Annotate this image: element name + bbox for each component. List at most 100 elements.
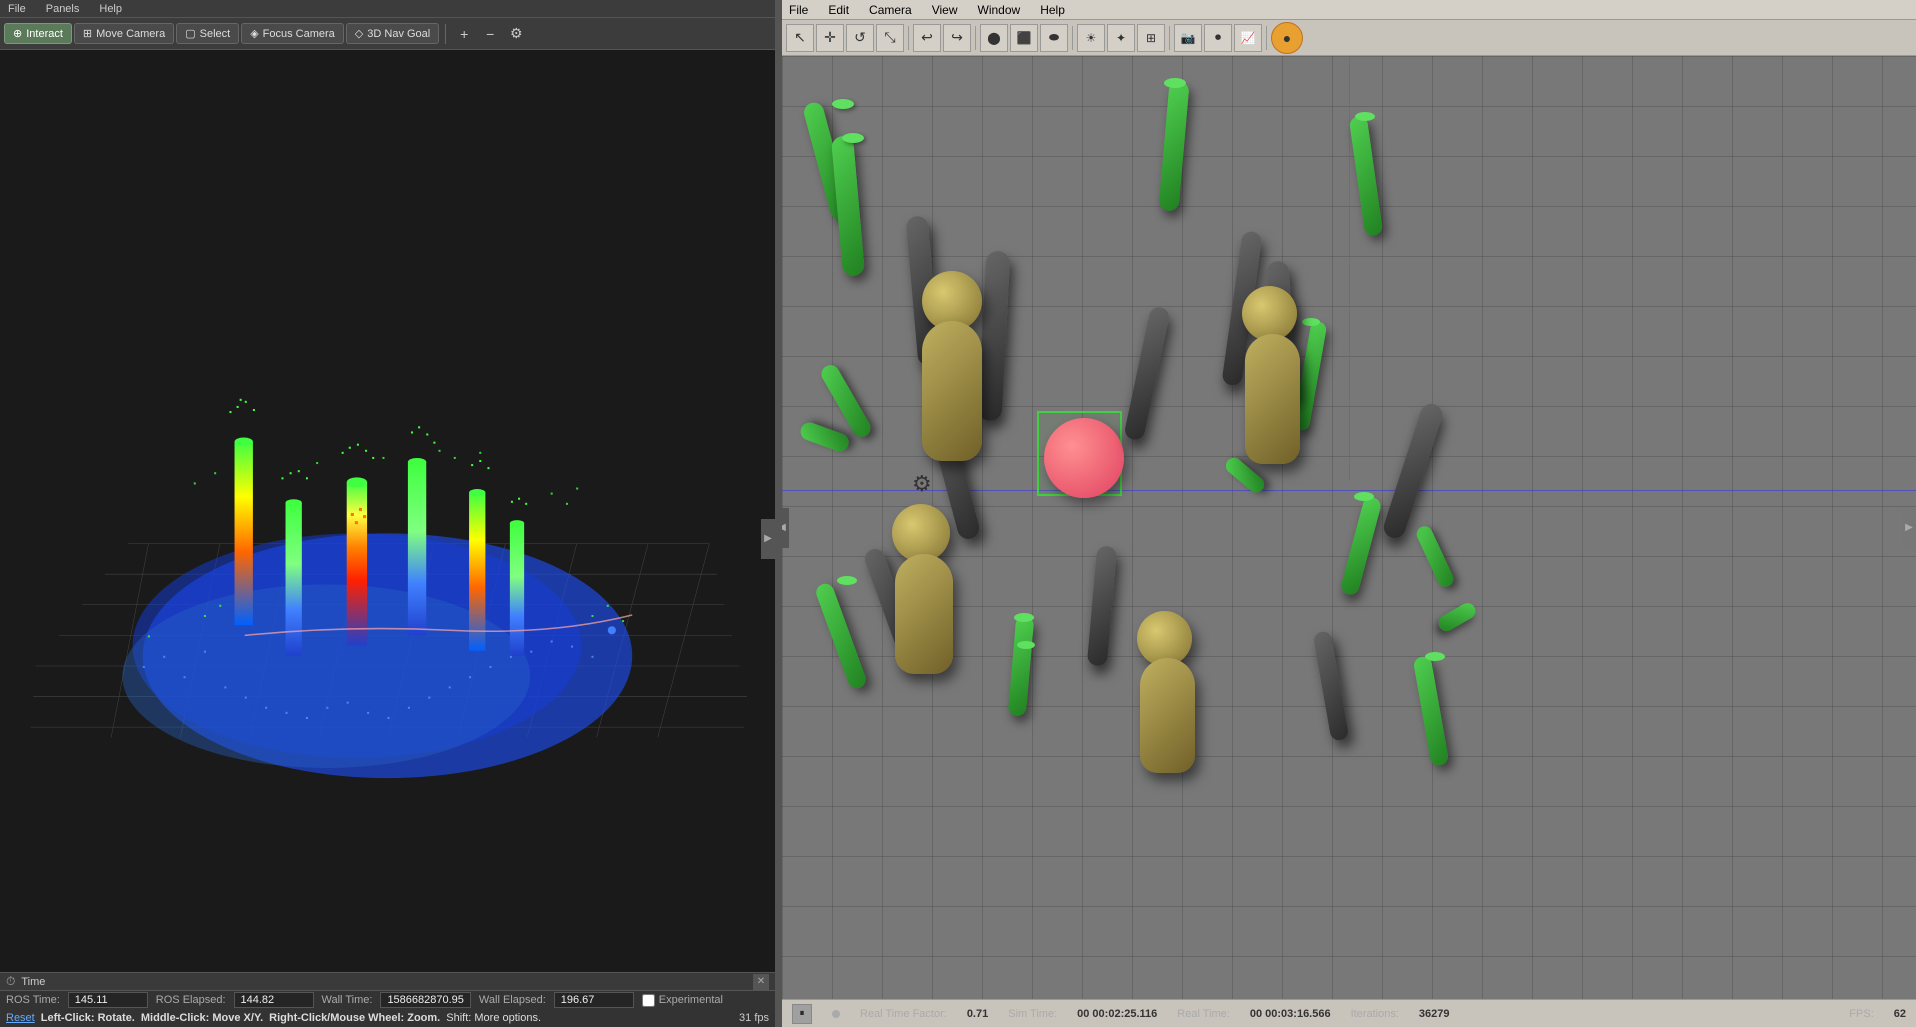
focus-camera-button[interactable]: ◈ Focus Camera	[241, 23, 344, 44]
box-tool[interactable]: ⬛	[1010, 24, 1038, 52]
olive-cyl-4	[1140, 658, 1195, 773]
right-menu-window[interactable]: Window	[975, 3, 1024, 17]
undo-tool[interactable]: ↩	[913, 24, 941, 52]
pause-button[interactable]: ⏸	[792, 1004, 812, 1024]
right-menu-edit[interactable]: Edit	[825, 3, 852, 17]
settings-button[interactable]: ⚙	[504, 22, 528, 46]
hdr-tool[interactable]: ✦	[1107, 24, 1135, 52]
iterations-value: 36279	[1419, 1008, 1450, 1020]
right-collapse-arrow[interactable]: ◀	[782, 508, 789, 548]
pause-icon: ⏸	[800, 1008, 805, 1019]
time-collapse-btn[interactable]: ✕	[753, 974, 769, 990]
middle-click-info: Middle-Click: Move X/Y.	[141, 1012, 263, 1024]
tool-sep-4	[1169, 26, 1170, 50]
olive-sphere-2	[1242, 286, 1297, 341]
real-time-value: 00 00:03:16.566	[1250, 1008, 1331, 1020]
record-tool[interactable]: ⏺	[1204, 24, 1232, 52]
real-time-label: Real Time:	[1177, 1008, 1230, 1020]
left-panel: File Panels Help ⊕ Interact ⊞ Move Camer…	[0, 0, 775, 1027]
right-toolbar: ↖ ✛ ↺ ⤡ ↩ ↪ ⬤ ⬛ ⬬ ☀ ✦ ⊞ 📷 ⏺ 📈 ●	[782, 20, 1916, 56]
scale-tool[interactable]: ⤡	[876, 24, 904, 52]
olive-cyl-1	[922, 321, 982, 461]
iterations-label: Iterations:	[1351, 1008, 1399, 1020]
olive-cyl-2	[1245, 334, 1300, 464]
time-title: Time	[21, 976, 45, 988]
grid-tool[interactable]: ⊞	[1137, 24, 1165, 52]
menu-panels[interactable]: Panels	[42, 3, 84, 15]
green-cyl-5-cap	[1355, 112, 1375, 121]
pink-sphere[interactable]	[1044, 418, 1124, 498]
green-bent-1	[837, 361, 855, 491]
orange-tool[interactable]: ●	[1271, 22, 1303, 54]
wall-time-value: 1586682870.95	[380, 992, 470, 1008]
left-collapse-arrow[interactable]: ▶	[761, 519, 775, 559]
left-menubar: File Panels Help	[0, 0, 775, 18]
ros-time-value: 145.11	[68, 992, 148, 1008]
right-menu-camera[interactable]: Camera	[866, 3, 915, 17]
time-icon: ⏱	[6, 974, 15, 989]
focus-camera-icon: ◈	[250, 27, 258, 40]
status-dot	[832, 1010, 840, 1018]
green-cyl-2-cap	[842, 133, 864, 143]
interact-icon: ⊕	[13, 27, 22, 40]
menu-help[interactable]: Help	[95, 3, 126, 15]
cursor-tool[interactable]: ↖	[786, 24, 814, 52]
green-cyl-7b-cap	[1017, 641, 1035, 649]
nav-goal-icon: ◇	[355, 27, 363, 40]
interact-button[interactable]: ⊕ Interact	[4, 23, 72, 44]
gazebo-status: ⏸ Real Time Factor: 0.71 Sim Time: 00 00…	[782, 999, 1916, 1027]
cylinder-tool[interactable]: ⬬	[1040, 24, 1068, 52]
sim-time-label: Sim Time:	[1008, 1008, 1057, 1020]
sun-tool[interactable]: ☀	[1077, 24, 1105, 52]
shift-info: Shift: More options.	[446, 1012, 541, 1024]
olive-cyl-3	[895, 554, 953, 674]
green-cyl-4-cap	[1302, 318, 1320, 326]
wall-elapsed-value: 196.67	[554, 992, 634, 1008]
experimental-check[interactable]: Experimental	[642, 994, 723, 1007]
add-button[interactable]: +	[452, 22, 476, 46]
minus-button[interactable]: −	[478, 22, 502, 46]
right-menu-view[interactable]: View	[929, 3, 961, 17]
pointcloud-svg	[0, 50, 775, 1027]
graph-tool[interactable]: 📈	[1234, 24, 1262, 52]
gazebo-fps-value: 62	[1894, 1008, 1906, 1020]
redo-tool[interactable]: ↪	[943, 24, 971, 52]
rotate-tool[interactable]: ↺	[846, 24, 874, 52]
splitter[interactable]	[775, 0, 782, 1027]
right-menu-file[interactable]: File	[786, 3, 811, 17]
sphere-tool[interactable]: ⬤	[980, 24, 1008, 52]
green-cyl-9-cap	[1425, 652, 1445, 661]
right-panel: File Edit Camera View Window Help ↖ ✛ ↺ …	[782, 0, 1916, 1027]
right-menubar: File Edit Camera View Window Help	[782, 0, 1916, 20]
green-cyl-7-cap	[1014, 613, 1034, 622]
ros-elapsed-label: ROS Elapsed:	[156, 994, 226, 1006]
move-camera-button[interactable]: ⊞ Move Camera	[74, 23, 174, 44]
left-toolbar: ⊕ Interact ⊞ Move Camera ▢ Select ◈ Focu…	[0, 18, 775, 50]
time-bar: ⏱ Time ✕	[0, 973, 775, 991]
red-axis-line	[1349, 56, 1350, 480]
right-menu-help[interactable]: Help	[1037, 3, 1068, 17]
tool-sep-5	[1266, 26, 1267, 50]
info-row: Reset Left-Click: Rotate. Middle-Click: …	[0, 1009, 775, 1027]
fps-display: 31 fps	[739, 1012, 769, 1024]
realtime-value: 0.71	[967, 1008, 988, 1020]
select-button[interactable]: ▢ Select	[176, 23, 239, 44]
green-cyl-1-cap	[832, 99, 854, 109]
nav-goal-button[interactable]: ◇ 3D Nav Goal	[346, 23, 439, 44]
reset-button[interactable]: Reset	[6, 1012, 35, 1024]
experimental-checkbox[interactable]	[642, 994, 655, 1007]
right-click-info: Right-Click/Mouse Wheel: Zoom.	[269, 1012, 440, 1024]
left-bottom-bar: ⏱ Time ✕ ROS Time: 145.11 ROS Elapsed: 1…	[0, 972, 775, 1027]
translate-tool[interactable]: ✛	[816, 24, 844, 52]
gazebo-viewport[interactable]: ⚙	[782, 56, 1916, 999]
green-cyl-3-cap	[1164, 78, 1186, 88]
right-edge-collapse[interactable]: ▶	[1902, 508, 1916, 548]
robot-icon: ⚙	[912, 471, 932, 497]
screenshot-tool[interactable]: 📷	[1174, 24, 1202, 52]
rviz-viewport[interactable]: ▶	[0, 50, 775, 1027]
menu-file[interactable]: File	[4, 3, 30, 15]
gazebo-fps-label: FPS:	[1849, 1008, 1873, 1020]
tool-sep-1	[908, 26, 909, 50]
sim-time-value: 00 00:02:25.116	[1077, 1008, 1157, 1020]
realtime-label: Real Time Factor:	[860, 1008, 947, 1020]
